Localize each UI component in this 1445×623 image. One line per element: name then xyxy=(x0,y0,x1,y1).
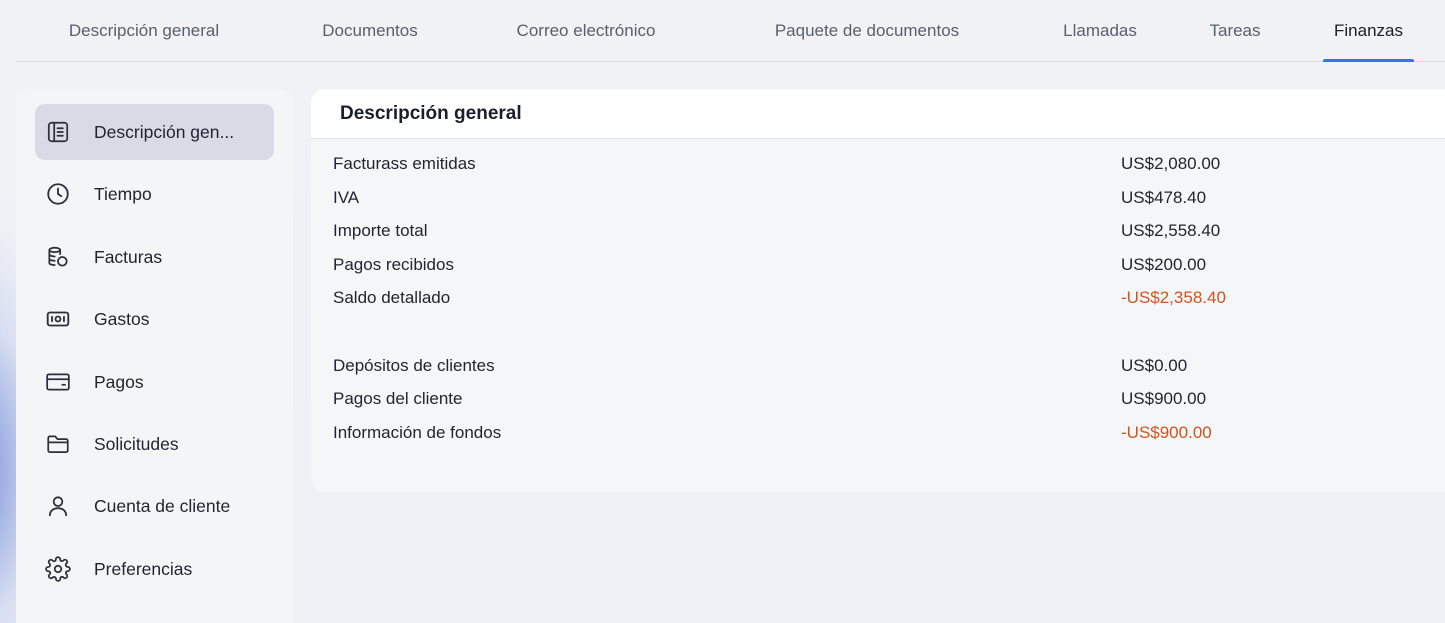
row-value-negative: -US$900.00 xyxy=(1121,423,1212,442)
summary-row: Facturass emitidas US$2,080.00 xyxy=(333,149,1433,179)
row-label: Pagos del cliente xyxy=(333,389,463,408)
funds-row: Información de fondos -US$900.00 xyxy=(333,418,1433,448)
sidebar-item-facturas[interactable]: Facturas xyxy=(35,229,274,285)
wallet-icon xyxy=(45,369,71,395)
row-value: US$900.00 xyxy=(1121,389,1207,408)
sidebar-item-label: Solicitudes xyxy=(94,433,179,454)
panel-title: Descripción general xyxy=(340,102,522,124)
finance-sidebar: Descripción gen... Tiempo Facturas Gasto… xyxy=(16,89,293,623)
row-label: Pagos recibidos xyxy=(333,255,454,274)
expenses-cash-icon xyxy=(45,306,71,332)
clock-icon xyxy=(45,181,71,207)
sidebar-item-cuenta-de-cliente[interactable]: Cuenta de cliente xyxy=(35,478,274,534)
tab-descripcion-general[interactable]: Descripción general xyxy=(44,0,244,62)
row-label: Información de fondos xyxy=(333,423,502,442)
row-label: Saldo detallado xyxy=(333,288,451,307)
sidebar-item-label: Tiempo xyxy=(94,183,152,204)
row-value: US$2,080.00 xyxy=(1121,154,1221,173)
sidebar-item-pagos[interactable]: Pagos xyxy=(35,354,274,410)
overview-panel: Descripción general Facturass emitidas U… xyxy=(311,89,1445,492)
sidebar-item-label: Facturas xyxy=(94,246,163,267)
sidebar-item-label: Gastos xyxy=(94,308,150,329)
row-label: Facturass emitidas xyxy=(333,154,476,173)
tab-tareas[interactable]: Tareas xyxy=(1196,0,1274,62)
overview-icon xyxy=(45,119,71,145)
row-value: US$2,558.40 xyxy=(1121,221,1221,240)
summary-row: Importe total US$2,558.40 xyxy=(333,216,1433,246)
panel-header: Descripción general xyxy=(311,89,1445,139)
tab-documentos[interactable]: Documentos xyxy=(306,0,434,62)
tab-finanzas[interactable]: Finanzas xyxy=(1323,0,1414,62)
sidebar-item-label: Preferencias xyxy=(94,558,193,579)
row-value: US$0.00 xyxy=(1121,356,1188,375)
gear-icon xyxy=(45,556,71,582)
row-label: Depósitos de clientes xyxy=(333,356,495,375)
summary-row: Saldo detallado -US$2,358.40 xyxy=(333,283,1433,313)
sidebar-item-preferencias[interactable]: Preferencias xyxy=(35,541,274,597)
row-value: US$478.40 xyxy=(1121,188,1207,207)
sidebar-item-descripcion-general[interactable]: Descripción gen... xyxy=(35,104,274,160)
top-tab-bar: Descripción general Documentos Correo el… xyxy=(16,0,1445,62)
folder-icon xyxy=(45,431,71,457)
sidebar-item-label: Cuenta de cliente xyxy=(94,495,231,516)
funds-row: Depósitos de clientes US$0.00 xyxy=(333,351,1433,381)
invoice-coins-icon xyxy=(45,244,71,270)
sidebar-item-label: Pagos xyxy=(94,371,144,392)
row-label: Importe total xyxy=(333,221,428,240)
sidebar-item-label: Descripción gen... xyxy=(94,121,235,142)
sidebar-item-solicitudes[interactable]: Solicitudes xyxy=(35,416,274,472)
sidebar-item-gastos[interactable]: Gastos xyxy=(35,291,274,347)
tab-paquete-de-documentos[interactable]: Paquete de documentos xyxy=(752,0,982,62)
sidebar-item-tiempo[interactable]: Tiempo xyxy=(35,166,274,222)
user-icon xyxy=(45,493,71,519)
summary-row: IVA US$478.40 xyxy=(333,183,1433,213)
row-label: IVA xyxy=(333,188,360,207)
row-value-negative: -US$2,358.40 xyxy=(1121,288,1226,307)
tab-correo-electronico[interactable]: Correo electrónico xyxy=(498,0,674,62)
summary-row: Pagos recibidos US$200.00 xyxy=(333,250,1433,280)
tab-llamadas[interactable]: Llamadas xyxy=(1048,0,1152,62)
funds-row: Pagos del cliente US$900.00 xyxy=(333,384,1433,414)
row-value: US$200.00 xyxy=(1121,255,1207,274)
